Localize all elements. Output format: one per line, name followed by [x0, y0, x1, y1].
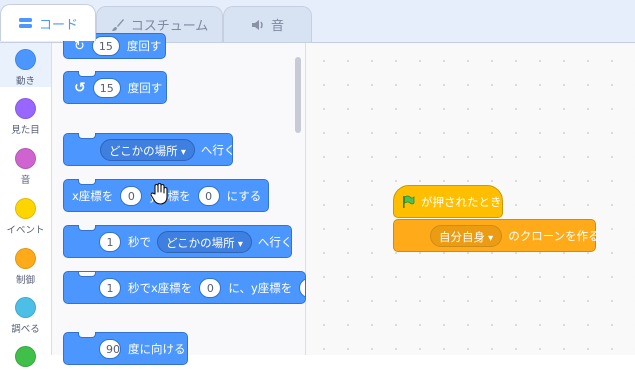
block-turn-left[interactable]: ↺ 15 度回す	[63, 71, 167, 104]
block-go-to[interactable]: どこかの場所 へ行く	[63, 133, 236, 166]
tab-sound[interactable]: 音	[223, 6, 312, 42]
brush-icon	[111, 18, 125, 32]
speaker-icon	[251, 19, 265, 31]
turn-left-label: 度回す	[127, 80, 163, 95]
hand-cursor-icon	[149, 183, 169, 210]
sound-dot-icon	[15, 148, 36, 169]
turn-left-degrees-input[interactable]: 15	[92, 77, 121, 98]
tab-code[interactable]: コード	[0, 4, 96, 41]
glide-xy-y-label: に、y座標を	[228, 280, 293, 295]
category-sensing[interactable]: 調べる	[0, 297, 51, 335]
glide-x-input[interactable]: 0	[199, 277, 222, 298]
when-flag-label: が押されたとき	[421, 194, 502, 209]
create-clone-label: のクローンを作る	[508, 228, 600, 243]
point-direction-label: 度に向ける	[128, 341, 186, 356]
clone-target-dropdown[interactable]: 自分自身	[430, 224, 503, 247]
code-icon	[18, 17, 33, 29]
tab-sound-label: 音	[270, 19, 284, 34]
category-events[interactable]: イベント	[0, 198, 51, 236]
glide-to-target-dropdown[interactable]: どこかの場所	[157, 230, 252, 253]
operators-dot-icon	[15, 346, 36, 367]
glide-to-label: へ行く	[257, 234, 293, 249]
set-xy-suffix: にする	[226, 188, 262, 203]
block-glide-xy[interactable]: 1 秒でx座標を 0 に、y座標を 0	[63, 271, 306, 304]
sensing-dot-icon	[15, 297, 36, 318]
events-dot-icon	[15, 198, 36, 219]
turn-right-degrees-input[interactable]: 15	[91, 36, 120, 56]
block-when-flag-clicked[interactable]: が押されたとき	[393, 185, 503, 218]
block-glide-to[interactable]: 1 秒で どこかの場所 へ行く	[63, 225, 292, 258]
glide-xy-secs-input[interactable]: 1	[99, 277, 121, 298]
set-y-input[interactable]: 0	[197, 185, 220, 206]
looks-dot-icon	[15, 98, 36, 119]
glide-to-secs-label: 秒で	[128, 234, 151, 249]
turn-right-label: 度回す	[126, 39, 162, 53]
green-flag-icon	[401, 195, 415, 209]
category-motion[interactable]: 動き	[0, 43, 51, 87]
glide-y-input[interactable]: 0	[299, 277, 305, 298]
point-direction-input[interactable]: 90	[99, 338, 121, 359]
tab-costume-label: コスチューム	[130, 19, 209, 34]
glide-to-secs-input[interactable]: 1	[99, 231, 121, 252]
category-control[interactable]: 制御	[0, 248, 51, 286]
control-dot-icon	[15, 248, 36, 269]
go-to-label: へ行く	[200, 142, 236, 157]
category-looks[interactable]: 見た目	[0, 98, 51, 136]
block-create-clone[interactable]: 自分自身 のクローンを作る	[393, 219, 600, 252]
motion-dot-icon	[15, 49, 36, 70]
category-operators[interactable]	[0, 346, 51, 370]
tab-code-label: コード	[38, 17, 78, 33]
category-sound[interactable]: 音	[0, 148, 51, 186]
palette-scrollbar[interactable]	[295, 57, 301, 133]
turn-left-icon: ↺	[74, 79, 86, 96]
glide-xy-x-label: 秒でx座標を	[128, 280, 193, 295]
set-x-input[interactable]: 0	[120, 185, 143, 206]
block-point-direction[interactable]: 90 度に向ける	[63, 332, 188, 365]
go-to-target-dropdown[interactable]: どこかの場所	[100, 138, 195, 161]
category-menu: 動き 見た目 音 イベント 制御 調べる	[0, 43, 52, 367]
set-xy-x-label: x座標を	[72, 188, 114, 203]
